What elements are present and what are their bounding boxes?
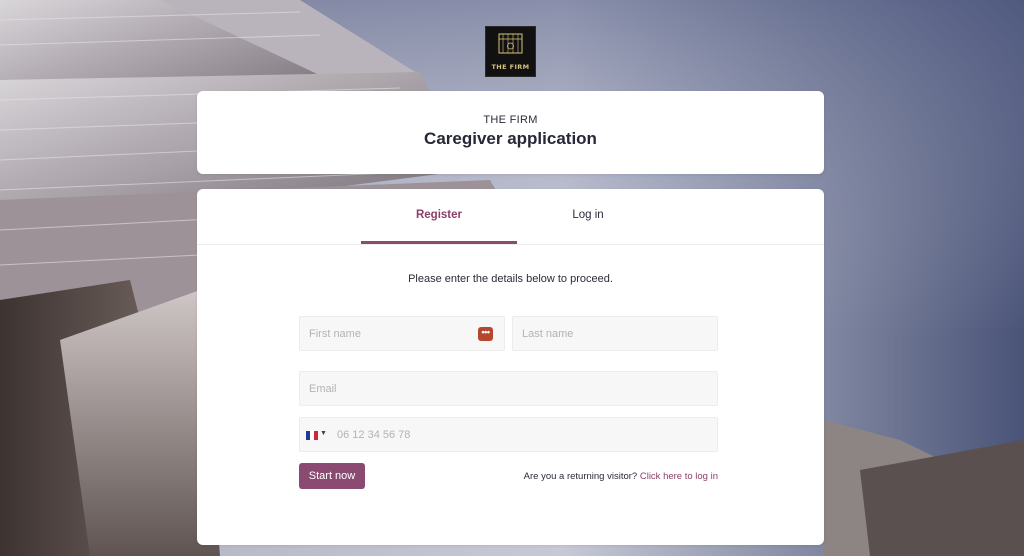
first-name-input[interactable] bbox=[300, 317, 504, 350]
form-instructions: Please enter the details below to procee… bbox=[408, 273, 613, 285]
email-field bbox=[299, 371, 718, 406]
company-name: THE FIRM bbox=[483, 114, 538, 126]
first-name-field: ••• bbox=[299, 316, 505, 351]
logo-text: THE FIRM bbox=[491, 63, 530, 71]
page-title: Caregiver application bbox=[424, 129, 597, 148]
last-name-field bbox=[512, 316, 718, 351]
last-name-input[interactable] bbox=[513, 317, 717, 350]
france-flag-icon[interactable] bbox=[306, 431, 318, 440]
login-link[interactable]: Click here to log in bbox=[640, 471, 718, 482]
tab-register[interactable]: Register bbox=[361, 189, 517, 244]
country-dropdown-arrow-icon[interactable]: ▼ bbox=[320, 430, 327, 437]
phone-field: ▼ bbox=[299, 417, 718, 452]
email-input[interactable] bbox=[300, 372, 717, 405]
tab-bar: Register Log in bbox=[197, 189, 824, 245]
tab-login[interactable]: Log in bbox=[510, 189, 666, 244]
password-manager-icon[interactable]: ••• bbox=[478, 327, 493, 341]
header-card: THE FIRM Caregiver application bbox=[197, 91, 824, 174]
registration-card: Register Log in Please enter the details… bbox=[197, 189, 824, 545]
phone-input[interactable] bbox=[300, 418, 717, 451]
returning-visitor-prompt: Are you a returning visitor? Click here … bbox=[524, 471, 718, 482]
returning-visitor-text: Are you a returning visitor? bbox=[523, 471, 638, 482]
firm-logo: THE FIRM bbox=[485, 26, 536, 77]
start-now-button[interactable]: Start now bbox=[299, 463, 365, 489]
